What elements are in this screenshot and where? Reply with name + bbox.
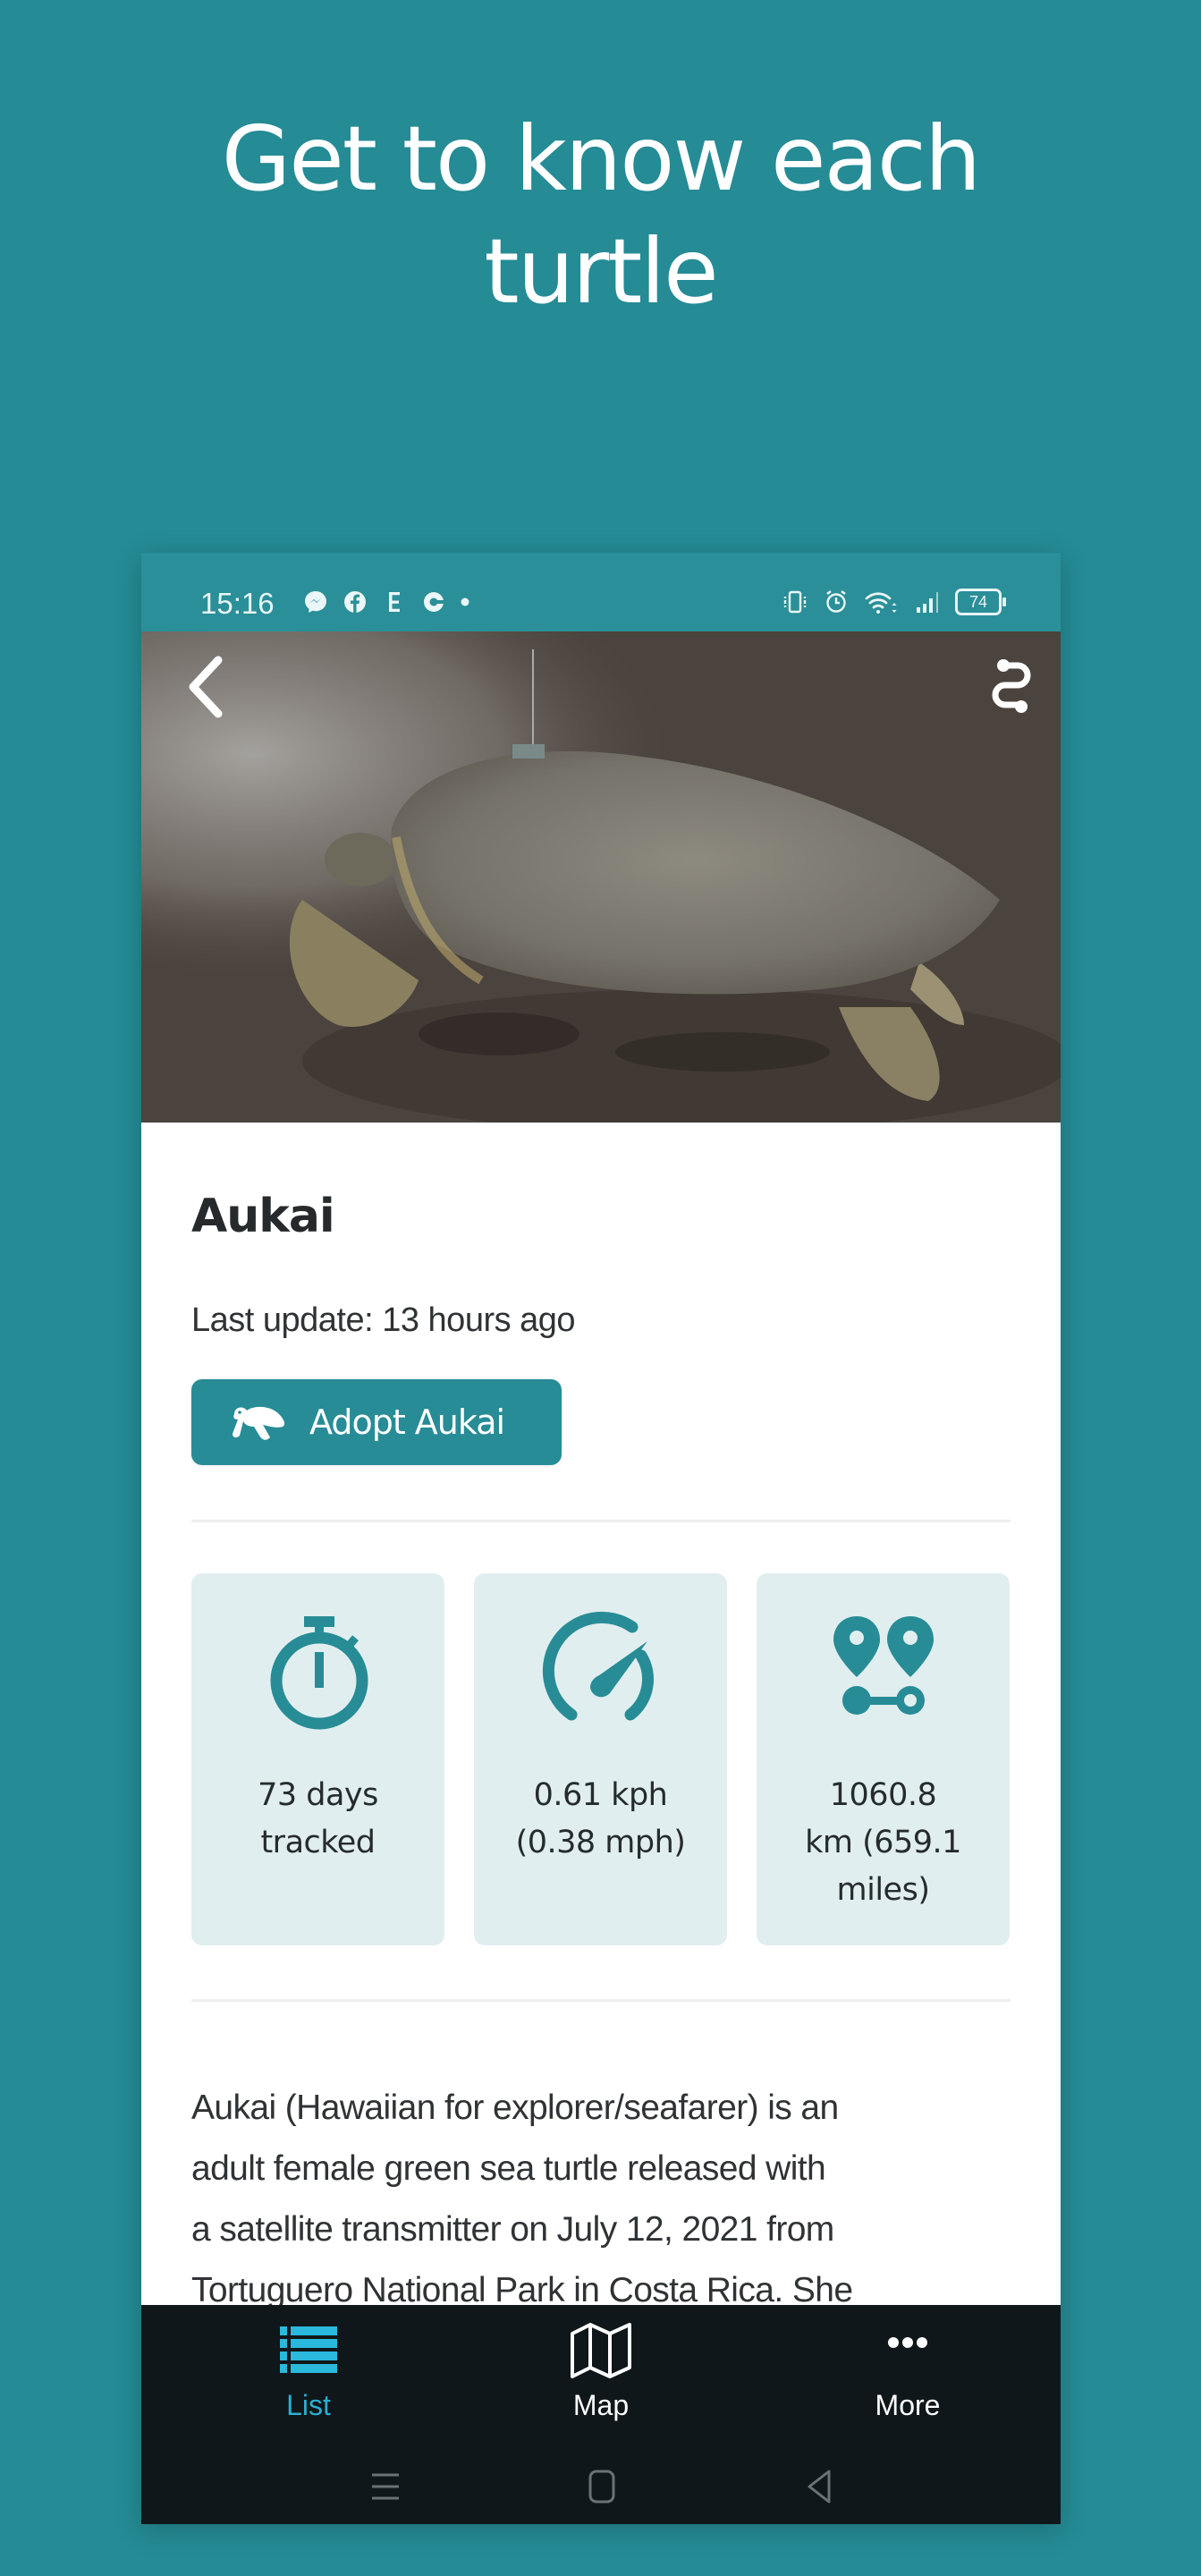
adopt-button[interactable]: Adopt Aukai bbox=[191, 1379, 562, 1465]
signal-icon bbox=[914, 589, 941, 615]
notification-icons bbox=[302, 589, 470, 615]
dot-icon bbox=[460, 589, 470, 615]
c-app-icon bbox=[420, 589, 447, 615]
turtle-icon bbox=[233, 1406, 285, 1440]
alarm-icon bbox=[823, 589, 850, 615]
route-icon bbox=[992, 659, 1031, 713]
distance-pins-icon bbox=[833, 1616, 934, 1715]
headline: Get to know each turtle bbox=[0, 103, 1201, 328]
status-bar: 15:16 74 bbox=[141, 553, 1061, 631]
route-button[interactable] bbox=[985, 649, 1036, 721]
stat-line: 1060.8 bbox=[829, 1777, 937, 1813]
back-button[interactable] bbox=[179, 651, 233, 723]
stat-value: 0.61 kph (0.38 mph) bbox=[483, 1772, 718, 1867]
turtle-name: Aukai bbox=[191, 1190, 335, 1243]
stat-line: miles) bbox=[836, 1872, 930, 1908]
status-time: 15:16 bbox=[200, 587, 275, 620]
divider-bottom bbox=[191, 1999, 1011, 2002]
system-status-icons: 74 bbox=[782, 589, 1006, 615]
stat-line: 73 days bbox=[258, 1777, 378, 1813]
stats-cards: 73 days tracked 0.61 kph (0.38 mph) 1060… bbox=[191, 1573, 1011, 1945]
description-line: adult female green sea turtle released w… bbox=[191, 2149, 826, 2188]
tab-more-label: More bbox=[875, 2389, 941, 2421]
stat-value: 1060.8 km (659.1 miles) bbox=[765, 1772, 1001, 1914]
stat-line: 0.61 kph bbox=[533, 1777, 668, 1813]
adopt-button-label: Adopt Aukai bbox=[309, 1402, 505, 1442]
stat-line: (0.38 mph) bbox=[515, 1825, 686, 1860]
turtle-photo bbox=[141, 631, 1061, 1123]
recents-button[interactable] bbox=[363, 2464, 408, 2509]
messenger-icon bbox=[302, 589, 329, 615]
stopwatch-icon bbox=[270, 1616, 368, 1730]
last-update-text: Last update: 13 hours ago bbox=[191, 1301, 576, 1339]
home-icon bbox=[588, 2470, 615, 2504]
description-line: Aukai (Hawaiian for explorer/seafarer) i… bbox=[191, 2089, 839, 2127]
system-back-button[interactable] bbox=[799, 2464, 843, 2509]
description-line: a satellite transmitter on July 12, 2021… bbox=[191, 2210, 834, 2249]
headline-line-1: Get to know each bbox=[221, 106, 981, 211]
recents-icon bbox=[372, 2473, 399, 2500]
e-app-icon bbox=[381, 589, 408, 615]
turtle-photo-illustration bbox=[141, 631, 1061, 1123]
tab-map[interactable]: Map bbox=[512, 2323, 690, 2430]
stat-card-speed: 0.61 kph (0.38 mph) bbox=[474, 1573, 727, 1945]
stat-line: km (659.1 bbox=[805, 1825, 961, 1860]
vibrate-icon bbox=[782, 589, 808, 615]
list-icon bbox=[280, 2326, 337, 2373]
stat-card-days-tracked: 73 days tracked bbox=[191, 1573, 444, 1945]
speedometer-icon bbox=[542, 1611, 654, 1721]
battery-indicator: 74 bbox=[955, 589, 1006, 615]
stat-card-distance: 1060.8 km (659.1 miles) bbox=[757, 1573, 1010, 1945]
bottom-navigation: List Map More bbox=[141, 2305, 1061, 2524]
chevron-left-icon bbox=[189, 656, 223, 718]
stat-value: 73 days tracked bbox=[200, 1772, 436, 1867]
home-button[interactable] bbox=[579, 2464, 624, 2509]
tab-more[interactable]: More bbox=[818, 2323, 997, 2430]
tab-list-label: List bbox=[286, 2389, 331, 2421]
more-dots-icon bbox=[888, 2337, 927, 2348]
map-icon bbox=[571, 2323, 631, 2378]
back-icon bbox=[808, 2470, 831, 2504]
headline-line-2: turtle bbox=[484, 219, 718, 324]
tab-list[interactable]: List bbox=[219, 2323, 398, 2430]
tab-map-label: Map bbox=[572, 2389, 630, 2421]
facebook-icon bbox=[342, 589, 368, 615]
phone-screen: 15:16 74 Aukai Last update: 13 hours ago… bbox=[141, 553, 1061, 2524]
wifi-icon bbox=[864, 589, 900, 615]
divider-top bbox=[191, 1520, 1011, 1522]
turtle-description: Aukai (Hawaiian for explorer/seafarer) i… bbox=[191, 2078, 1023, 2321]
stat-line: tracked bbox=[260, 1825, 376, 1860]
